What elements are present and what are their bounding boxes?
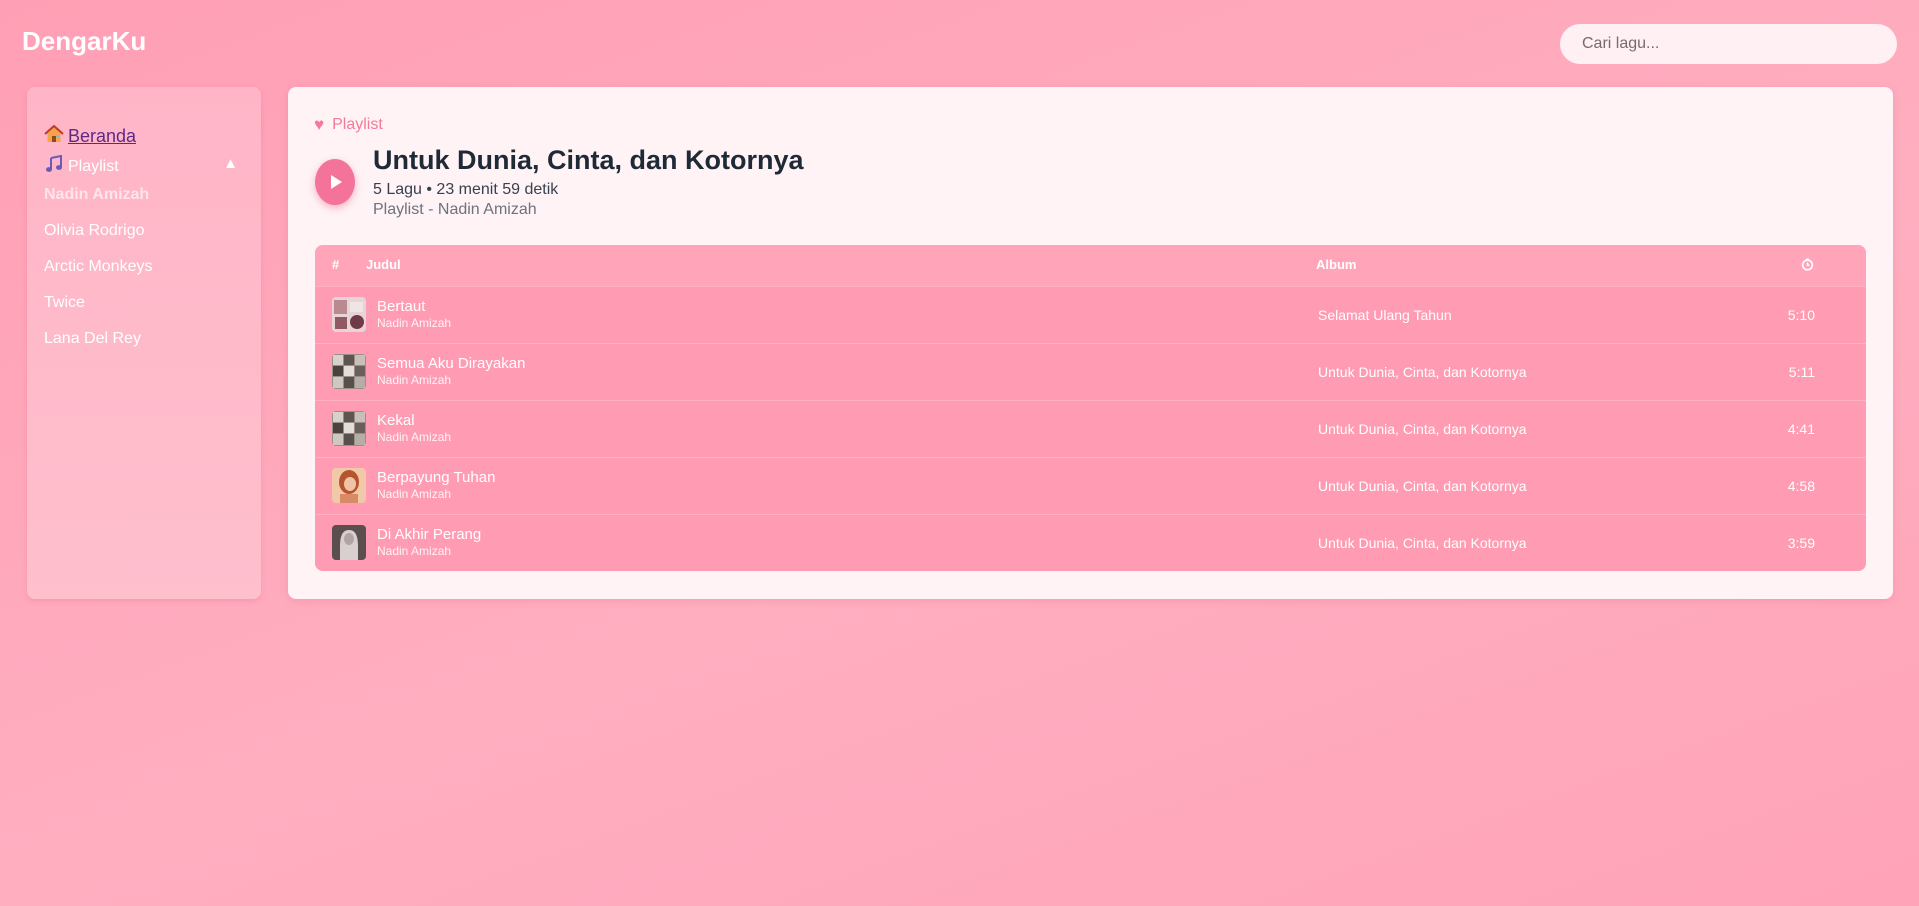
song-album: Selamat Ulang Tahun	[1318, 307, 1452, 323]
playlist-subtitle: Playlist - Nadin Amizah	[373, 201, 537, 218]
table-header: # Judul Album	[315, 245, 1866, 286]
song-album: Untuk Dunia, Cinta, dan Kotornya	[1318, 478, 1527, 494]
song-title: Semua Aku Dirayakan	[377, 355, 526, 372]
album-art-thumbnail	[332, 297, 366, 332]
song-duration: 5:10	[1787, 307, 1815, 323]
table-row[interactable]: Di Akhir Perang Nadin Amizah Untuk Dunia…	[315, 514, 1866, 571]
playlist-title: Untuk Dunia, Cinta, dan Kotornya	[373, 145, 804, 175]
header-number: #	[332, 257, 340, 272]
song-artist: Nadin Amizah	[377, 373, 452, 387]
album-art-thumbnail	[332, 468, 366, 503]
clock-icon	[1801, 258, 1814, 274]
song-artist: Nadin Amizah	[377, 430, 452, 444]
song-artist: Nadin Amizah	[377, 487, 452, 501]
sidebar-item-arctic-monkeys[interactable]: Arctic Monkeys	[44, 257, 152, 293]
song-artist: Nadin Amizah	[377, 544, 452, 558]
search-input[interactable]	[1560, 24, 1897, 64]
song-album: Untuk Dunia, Cinta, dan Kotornya	[1318, 535, 1527, 551]
song-title: Bertaut	[377, 298, 426, 315]
table-row[interactable]: Kekal Nadin Amizah Untuk Dunia, Cinta, d…	[315, 400, 1866, 457]
song-table: # Judul Album Bertaut Nadin Amizah Selam…	[315, 245, 1866, 571]
table-row[interactable]: Bertaut Nadin Amizah Selamat Ulang Tahun…	[315, 286, 1866, 343]
song-duration: 4:41	[1787, 421, 1815, 437]
song-album: Untuk Dunia, Cinta, dan Kotornya	[1318, 364, 1527, 380]
header-title: Judul	[366, 257, 401, 272]
song-duration: 4:58	[1787, 478, 1815, 494]
playlist-tag: ♥ Playlist	[314, 115, 383, 135]
song-title: Berpayung Tuhan	[377, 469, 496, 486]
song-duration: 3:59	[1787, 535, 1815, 551]
table-row[interactable]: Semua Aku Dirayakan Nadin Amizah Untuk D…	[315, 343, 1866, 400]
header-album: Album	[1316, 257, 1357, 272]
music-note-icon	[44, 154, 64, 178]
nav-playlist-toggle[interactable]: Playlist ▲	[44, 154, 244, 178]
album-art-thumbnail	[332, 354, 366, 389]
playlist-panel: ♥ Playlist Untuk Dunia, Cinta, dan Kotor…	[288, 87, 1893, 599]
table-row[interactable]: Berpayung Tuhan Nadin Amizah Untuk Dunia…	[315, 457, 1866, 514]
home-icon	[44, 124, 64, 148]
song-title: Di Akhir Perang	[377, 526, 482, 543]
sidebar: Beranda Playlist ▲ Nadin Amizah Olivia R…	[27, 87, 261, 599]
song-duration: 5:11	[1788, 364, 1815, 380]
playlist-meta: 5 Lagu • 23 menit 59 detik	[373, 181, 559, 198]
nav-playlist-label: Playlist	[68, 157, 119, 175]
play-icon	[331, 175, 342, 189]
song-title: Kekal	[377, 412, 415, 429]
song-album: Untuk Dunia, Cinta, dan Kotornya	[1318, 421, 1527, 437]
sidebar-item-nadin-amizah[interactable]: Nadin Amizah	[44, 185, 152, 221]
album-art-thumbnail	[332, 411, 366, 446]
sidebar-item-twice[interactable]: Twice	[44, 293, 152, 329]
sidebar-item-lana-del-rey[interactable]: Lana Del Rey	[44, 329, 152, 365]
nav-home-link[interactable]: Beranda	[44, 124, 137, 148]
nav-home-label: Beranda	[68, 126, 137, 146]
sidebar-item-olivia-rodrigo[interactable]: Olivia Rodrigo	[44, 221, 152, 257]
app-logo[interactable]: DengarKu	[22, 26, 146, 57]
song-artist: Nadin Amizah	[377, 316, 452, 330]
playlist-tag-label: Playlist	[332, 116, 383, 133]
collapse-caret-icon[interactable]: ▲	[223, 155, 238, 172]
top-bar: DengarKu	[0, 0, 1919, 86]
artist-list: Nadin Amizah Olivia Rodrigo Arctic Monke…	[44, 185, 152, 365]
play-button[interactable]	[315, 159, 355, 205]
heart-icon: ♥	[314, 115, 325, 134]
album-art-thumbnail	[332, 525, 366, 560]
